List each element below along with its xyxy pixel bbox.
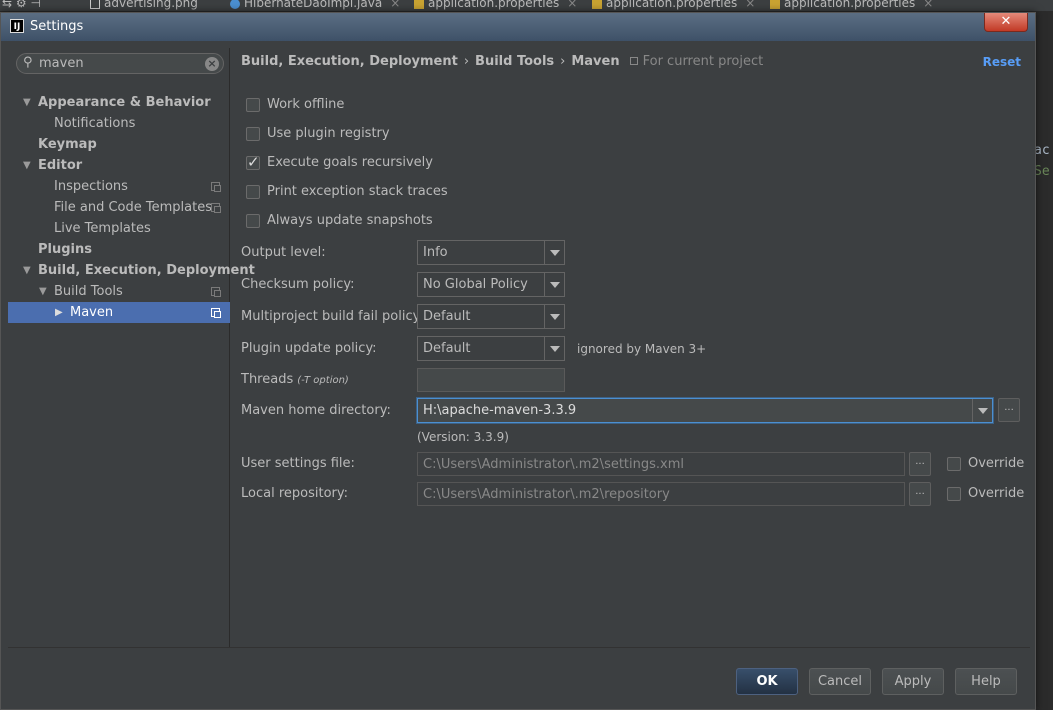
local-repository-browse-button[interactable]: ... — [909, 482, 931, 506]
always-update-snapshots-checkbox[interactable] — [246, 214, 260, 228]
dialog-titlebar[interactable]: IJ Settings ✕ — [1, 13, 1035, 41]
expand-arrow-icon[interactable]: ▼ — [23, 92, 31, 113]
settings-dialog: IJ Settings ✕ ⚲ × ▼ Appearance & Behavio… — [0, 12, 1036, 710]
breadcrumb-separator: › — [463, 54, 470, 69]
java-class-icon — [230, 0, 240, 9]
multiproject-fail-policy-label: Multiproject build fail policy: — [241, 309, 424, 324]
breadcrumb-item: Maven — [571, 54, 620, 69]
project-settings-icon — [211, 308, 221, 318]
image-file-icon — [90, 0, 100, 9]
sidebar-item-plugins[interactable]: Plugins — [8, 239, 230, 260]
sidebar-item-keymap[interactable]: Keymap — [8, 134, 230, 155]
threads-hint: (-T option) — [297, 375, 349, 386]
collapse-arrow-icon[interactable]: ▶ — [55, 302, 63, 323]
user-settings-input[interactable]: C:\Users\Administrator\.m2\settings.xml — [417, 452, 905, 476]
close-button[interactable]: ✕ — [984, 13, 1028, 32]
dropdown-arrow-icon[interactable] — [544, 273, 564, 296]
breadcrumb: Build, Execution, Deployment › Build Tools… — [241, 54, 763, 69]
sidebar-item-inspections[interactable]: Inspections — [8, 176, 230, 197]
sidebar-item-maven[interactable]: ▶ Maven — [8, 302, 230, 323]
project-settings-icon — [211, 287, 221, 297]
maven-home-browse-button[interactable]: ... — [998, 398, 1020, 422]
print-exception-stack-traces-checkbox[interactable] — [246, 185, 260, 199]
dropdown-arrow-icon[interactable] — [972, 399, 992, 422]
plugin-update-policy-select[interactable]: Default — [417, 336, 565, 361]
checksum-policy-label: Checksum policy: — [241, 277, 355, 292]
close-tab-icon[interactable]: × — [923, 0, 933, 10]
dropdown-arrow-icon[interactable] — [544, 305, 564, 328]
user-settings-override-checkbox[interactable] — [947, 457, 961, 471]
close-tab-icon[interactable]: × — [390, 0, 400, 10]
plugin-update-policy-note: ignored by Maven 3+ — [577, 342, 707, 356]
sidebar-item-appearance-behavior[interactable]: ▼ Appearance & Behavior — [8, 92, 230, 113]
settings-search[interactable]: ⚲ × — [16, 53, 224, 74]
intellij-app-icon: IJ — [10, 19, 24, 33]
expand-arrow-icon[interactable]: ▼ — [23, 260, 31, 281]
multiproject-fail-policy-select[interactable]: Default — [417, 304, 565, 329]
clear-search-icon[interactable]: × — [205, 57, 219, 71]
scope-label: For current project — [642, 54, 764, 69]
close-tab-icon[interactable]: × — [745, 0, 755, 10]
threads-label: Threads (-T option) — [241, 372, 349, 387]
project-settings-icon — [629, 57, 638, 65]
breadcrumb-item: Build, Execution, Deployment — [241, 54, 458, 69]
editor-tab[interactable]: application.properties × — [592, 0, 755, 11]
dropdown-arrow-icon[interactable] — [544, 337, 564, 360]
execute-goals-recursively-checkbox[interactable] — [246, 152, 260, 172]
maven-home-select[interactable]: H:\apache-maven-3.3.9 — [417, 398, 993, 423]
properties-file-icon — [414, 0, 424, 9]
local-repository-input[interactable]: C:\Users\Administrator\.m2\repository — [417, 482, 905, 506]
editor-background-text: ac Se — [1034, 143, 1050, 179]
help-button[interactable]: Help — [955, 668, 1017, 695]
checksum-policy-select[interactable]: No Global Policy — [417, 272, 565, 297]
ide-toolbar-icons[interactable]: ⇆ ⚙ ⊣ — [2, 0, 41, 11]
use-plugin-registry-checkbox[interactable] — [246, 127, 260, 141]
dialog-title: Settings — [30, 19, 84, 34]
plugin-update-policy-label: Plugin update policy: — [241, 341, 377, 356]
user-settings-label: User settings file: — [241, 456, 355, 471]
project-settings-icon — [211, 182, 221, 192]
sidebar-item-live-templates[interactable]: Live Templates — [8, 218, 230, 239]
sidebar-item-build-execution-deployment[interactable]: ▼ Build, Execution, Deployment — [8, 260, 255, 281]
cancel-button[interactable]: Cancel — [809, 668, 871, 695]
sidebar-item-file-code-templates[interactable]: File and Code Templates — [8, 197, 230, 218]
user-settings-browse-button[interactable]: ... — [909, 452, 931, 476]
expand-arrow-icon[interactable]: ▼ — [23, 155, 31, 176]
expand-arrow-icon[interactable]: ▼ — [39, 281, 47, 302]
close-tab-icon[interactable]: × — [567, 0, 577, 10]
project-settings-icon — [211, 203, 221, 213]
editor-tab[interactable]: advertising.png — [90, 0, 198, 11]
sidebar-item-notifications[interactable]: Notifications — [8, 113, 230, 134]
breadcrumb-item: Build Tools — [475, 54, 555, 69]
settings-content: Build, Execution, Deployment › Build Tools… — [231, 48, 1031, 648]
editor-tab[interactable]: application.properties × — [414, 0, 577, 11]
threads-input[interactable] — [417, 368, 565, 392]
properties-file-icon — [592, 0, 602, 9]
editor-tab[interactable]: application.properties × — [770, 0, 933, 11]
maven-home-label: Maven home directory: — [241, 403, 391, 418]
dropdown-arrow-icon[interactable] — [544, 241, 564, 264]
local-repository-label: Local repository: — [241, 486, 348, 501]
footer-divider — [8, 647, 1030, 648]
output-level-select[interactable]: Info — [417, 240, 565, 265]
settings-sidebar: ⚲ × ▼ Appearance & Behavior Notification… — [8, 48, 255, 648]
maven-version-label: (Version: 3.3.9) — [417, 430, 509, 444]
properties-file-icon — [770, 0, 780, 9]
local-repository-override-checkbox[interactable] — [947, 487, 961, 501]
search-input[interactable] — [39, 55, 199, 72]
search-icon: ⚲ — [23, 55, 33, 70]
editor-tab[interactable]: HibernateDaoImpl.java × — [230, 0, 400, 11]
reset-link[interactable]: Reset — [983, 55, 1021, 69]
ok-button[interactable]: OK — [736, 668, 798, 695]
editor-tab-bar: ⇆ ⚙ ⊣ advertising.png HibernateDaoImpl.j… — [0, 0, 1053, 11]
breadcrumb-separator: › — [560, 54, 566, 69]
sidebar-item-build-tools[interactable]: ▼ Build Tools — [8, 281, 230, 302]
apply-button[interactable]: Apply — [882, 668, 944, 695]
output-level-label: Output level: — [241, 245, 326, 260]
work-offline-checkbox[interactable] — [246, 98, 260, 112]
sidebar-item-editor[interactable]: ▼ Editor — [8, 155, 230, 176]
